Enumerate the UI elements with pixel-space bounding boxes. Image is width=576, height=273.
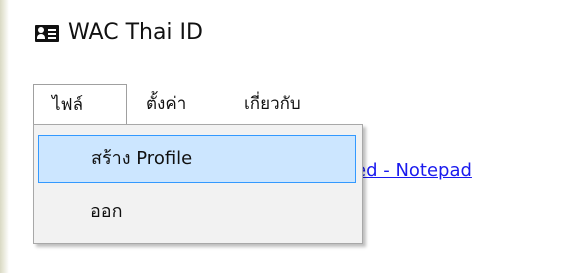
menu-about[interactable]: เกี่ยวกับ [244, 84, 301, 124]
notepad-link[interactable]: led - Notepad [350, 160, 472, 181]
id-card-icon [35, 25, 59, 42]
app-window: WAC Thai ID ไฟล์ ตั้งค่า เกี่ยวกับ led -… [0, 0, 576, 273]
menu-settings[interactable]: ตั้งค่า [146, 84, 186, 124]
exit-menu-item[interactable]: ออก [38, 188, 356, 236]
file-dropdown-menu: สร้าง Profile ออก [33, 124, 363, 244]
window-title: WAC Thai ID [68, 20, 203, 45]
window-left-border [0, 0, 9, 273]
menu-file[interactable]: ไฟล์ [33, 84, 127, 124]
create-profile-menu-item[interactable]: สร้าง Profile [38, 135, 356, 183]
